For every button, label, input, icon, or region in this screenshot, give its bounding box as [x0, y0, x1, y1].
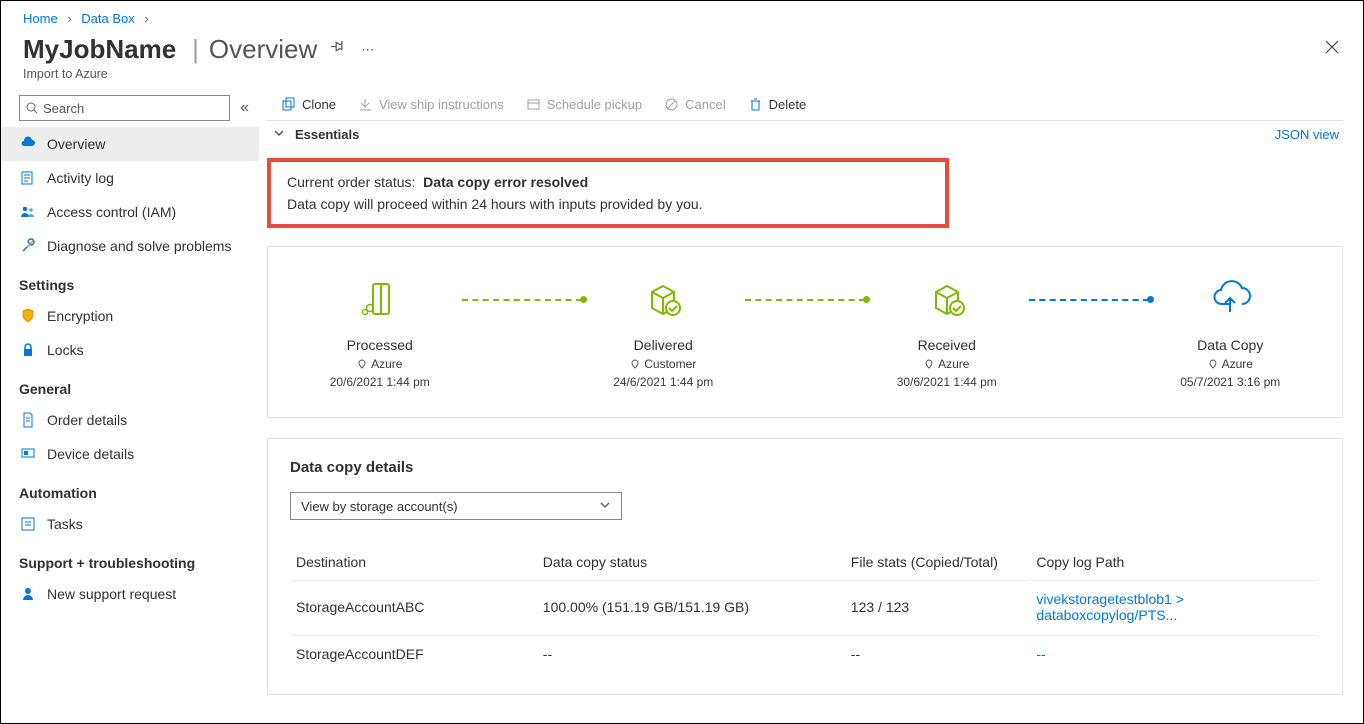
cloud-icon — [19, 135, 37, 153]
table-row: StorageAccountABC 100.00% (151.19 GB/151… — [292, 580, 1318, 633]
col-filestats: File stats (Copied/Total) — [847, 546, 1031, 578]
workflow-step-processed: Processed Azure 20/6/2021 1:44 pm — [298, 275, 462, 389]
workflow-step-received: Received Azure 30/6/2021 1:44 pm — [865, 275, 1029, 389]
data-copy-table: Destination Data copy status File stats … — [290, 544, 1320, 674]
people-icon — [19, 203, 37, 221]
essentials-bar[interactable]: Essentials JSON view — [267, 120, 1343, 148]
sidebar-item-locks[interactable]: Locks — [1, 333, 259, 367]
sidebar-item-order-details[interactable]: Order details — [1, 403, 259, 437]
status-detail: Data copy will proceed within 24 hours w… — [287, 196, 929, 212]
data-copy-details-panel: Data copy details View by storage accoun… — [267, 438, 1343, 695]
schedule-pickup-button: Schedule pickup — [526, 97, 642, 112]
sidebar-item-overview[interactable]: Overview — [1, 127, 259, 161]
sidebar-item-tasks[interactable]: Tasks — [1, 507, 259, 541]
table-row: StorageAccountDEF -- -- -- — [292, 635, 1318, 672]
log-icon — [19, 169, 37, 187]
device-icon — [19, 445, 37, 463]
wrench-icon — [19, 237, 37, 255]
page-subtitle: Import to Azure — [1, 67, 1363, 91]
col-status: Data copy status — [539, 546, 845, 578]
page-section: Overview — [209, 34, 317, 65]
view-by-select[interactable]: View by storage account(s) — [290, 492, 622, 520]
workflow-panel: Processed Azure 20/6/2021 1:44 pm Delive… — [267, 246, 1343, 418]
status-line: Current order status: Data copy error re… — [287, 174, 929, 190]
shield-icon — [19, 307, 37, 325]
sidebar-item-diagnose[interactable]: Diagnose and solve problems — [1, 229, 259, 263]
col-destination: Destination — [292, 546, 537, 578]
col-logpath: Copy log Path — [1032, 546, 1318, 578]
page-header: MyJobName | Overview ⋯ — [1, 30, 1363, 67]
pin-icon[interactable] — [331, 40, 347, 59]
sidebar: Search « Overview Activity log Access co… — [1, 91, 259, 723]
sidebar-item-device-details[interactable]: Device details — [1, 437, 259, 471]
lock-icon — [19, 341, 37, 359]
log-path-link[interactable]: -- — [1036, 646, 1045, 662]
breadcrumb: Home › Data Box › — [1, 1, 1363, 30]
tasks-icon — [19, 515, 37, 533]
status-highlight: Current order status: Data copy error re… — [267, 158, 949, 228]
support-icon — [19, 585, 37, 603]
cancel-button: Cancel — [664, 97, 725, 112]
document-icon — [19, 411, 37, 429]
more-icon[interactable]: ⋯ — [361, 42, 374, 58]
details-title: Data copy details — [290, 459, 1320, 476]
breadcrumb-databox[interactable]: Data Box — [81, 11, 134, 26]
main-content: Clone View ship instructions Schedule pi… — [259, 91, 1363, 723]
sidebar-group-settings: Settings — [1, 263, 259, 299]
box-check-icon — [865, 275, 1029, 323]
sidebar-group-support: Support + troubleshooting — [1, 541, 259, 577]
close-icon[interactable] — [1323, 38, 1341, 62]
sidebar-item-new-support[interactable]: New support request — [1, 577, 259, 611]
cloud-upload-icon — [1149, 275, 1313, 323]
page-title: MyJobName — [23, 34, 176, 65]
sidebar-item-access-control[interactable]: Access control (IAM) — [1, 195, 259, 229]
log-path-link[interactable]: vivekstoragetestblob1 > databoxcopylog/P… — [1036, 591, 1183, 623]
workflow-step-delivered: Delivered Customer 24/6/2021 1:44 pm — [582, 275, 746, 389]
clone-button[interactable]: Clone — [281, 97, 336, 112]
collapse-sidebar-icon[interactable]: « — [240, 99, 249, 117]
delete-button[interactable]: Delete — [748, 97, 807, 112]
sidebar-item-encryption[interactable]: Encryption — [1, 299, 259, 333]
chevron-down-icon — [599, 499, 611, 514]
sidebar-group-automation: Automation — [1, 471, 259, 507]
sidebar-item-activity-log[interactable]: Activity log — [1, 161, 259, 195]
server-icon — [298, 275, 462, 323]
view-ship-button: View ship instructions — [358, 97, 504, 112]
search-input[interactable]: Search — [19, 95, 230, 121]
workflow-step-datacopy: Data Copy Azure 05/7/2021 3:16 pm — [1149, 275, 1313, 389]
toolbar: Clone View ship instructions Schedule pi… — [267, 91, 1343, 120]
json-view-link[interactable]: JSON view — [1275, 127, 1339, 142]
chevron-down-icon — [273, 127, 285, 142]
sidebar-group-general: General — [1, 367, 259, 403]
box-check-icon — [582, 275, 746, 323]
breadcrumb-home[interactable]: Home — [23, 11, 58, 26]
